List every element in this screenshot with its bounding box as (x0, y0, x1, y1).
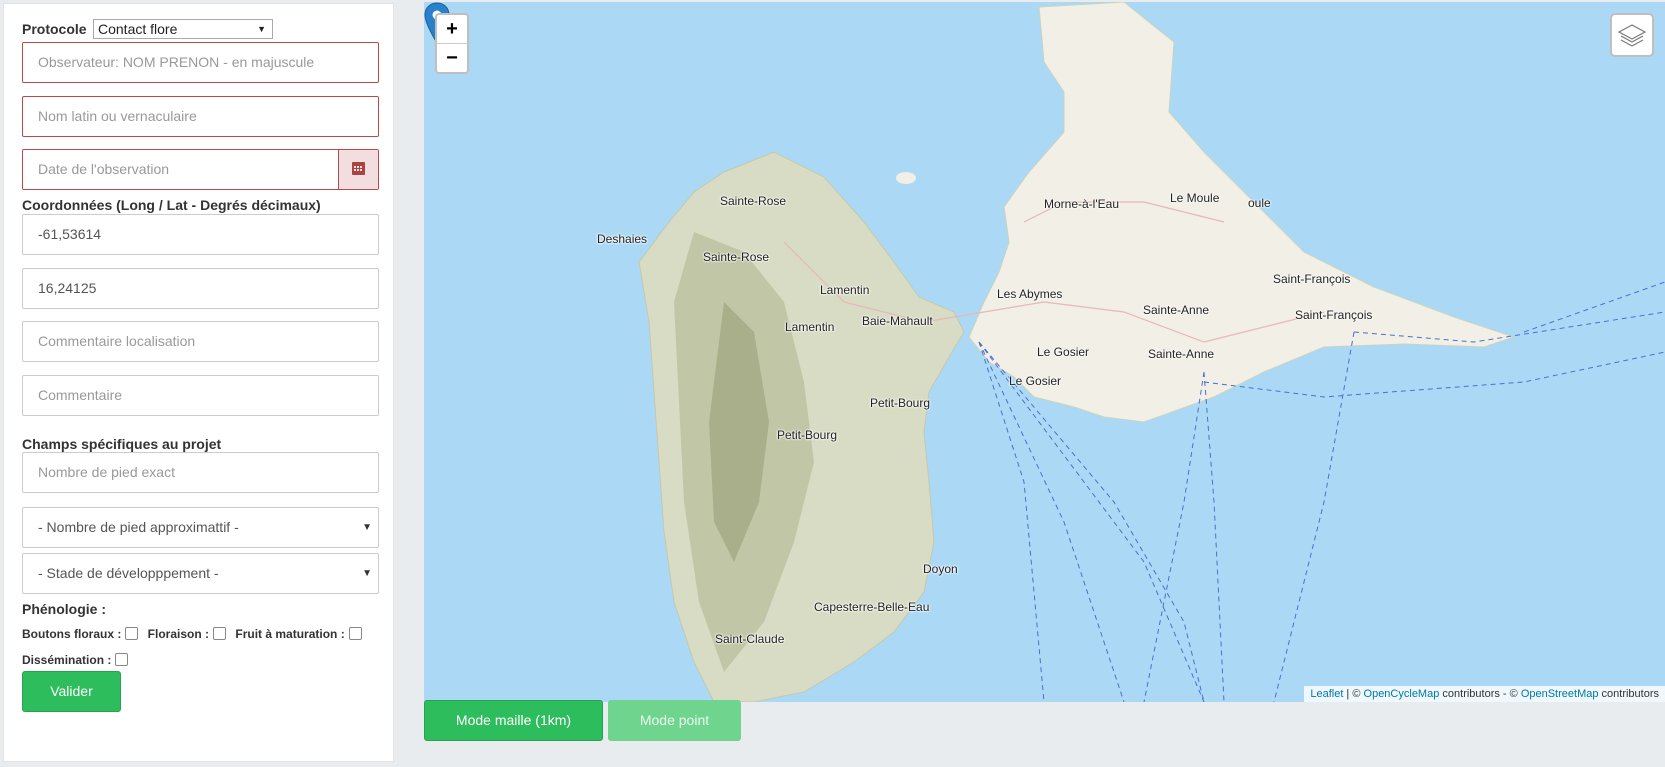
calendar-button[interactable] (338, 150, 378, 189)
mode-grid-button[interactable]: Mode maille (1km) (424, 700, 603, 741)
phenology-label: Phénologie : (22, 601, 106, 617)
fruit-checkbox[interactable] (348, 627, 362, 640)
dissemination-label: Dissémination : (22, 653, 112, 667)
zoom-in-button[interactable]: + (437, 15, 467, 44)
place-label: Sainte-Anne (1143, 303, 1210, 317)
chevron-down-icon: ▼ (257, 24, 266, 34)
flowering-label: Floraison : (147, 627, 210, 641)
latitude-input[interactable]: 16,24125 (22, 268, 379, 309)
leaflet-link[interactable]: Leaflet (1310, 688, 1343, 700)
place-label: Morne-à-l'Eau (1044, 197, 1119, 211)
dissemination-checkbox[interactable] (115, 653, 129, 666)
islet (896, 172, 916, 184)
flowering-checkbox[interactable] (213, 627, 227, 640)
chevron-down-icon: ▼ (362, 568, 372, 579)
phenology-row-1: Boutons floraux : Floraison : Fruit à ma… (22, 627, 368, 641)
phenology-row-2: Dissémination : (22, 653, 129, 667)
attribution-sep: | © (1343, 688, 1364, 700)
place-label: Le Gosier (1009, 374, 1062, 388)
coordinates-label: Coordonnées (Long / Lat - Degrés décimau… (22, 197, 321, 213)
place-label: Saint-Claude (715, 632, 785, 646)
place-label: Lamentin (785, 320, 835, 334)
place-label: Saint-François (1273, 272, 1351, 286)
date-input[interactable]: Date de l'observation (22, 149, 379, 190)
protocol-label: Protocole (22, 21, 87, 37)
map[interactable]: Sainte-Rose Deshaies Sainte-Rose Lamenti… (424, 2, 1665, 702)
place-label: Saint-François (1295, 308, 1373, 322)
place-label: Sainte-Rose (720, 194, 787, 208)
stage-value: - Stade de développpement - (38, 565, 219, 581)
exact-count-input[interactable]: Nombre de pied exact (22, 452, 379, 493)
place-label: Le Moule (1170, 191, 1220, 205)
grande-terre-island (968, 2, 1516, 423)
place-label: Les Abymes (997, 287, 1063, 301)
map-attribution: Leaflet | © OpenCycleMap contributors - … (1304, 686, 1665, 702)
longitude-input[interactable]: -61,53614 (22, 214, 379, 255)
specific-fields-label: Champs spécifiques au projet (22, 436, 222, 452)
place-label: Deshaies (597, 232, 648, 246)
layers-button[interactable] (1610, 13, 1654, 57)
attribution-end: contributors (1598, 688, 1659, 700)
date-placeholder: Date de l'observation (38, 161, 170, 177)
submit-button[interactable]: Valider (22, 671, 121, 712)
protocol-value: Contact flore (98, 21, 178, 37)
observer-input[interactable]: Observateur: NOM PRENON - en majuscule (22, 42, 379, 83)
mode-point-button[interactable]: Mode point (608, 700, 741, 741)
opencyclemap-link[interactable]: OpenCycleMap (1364, 688, 1440, 700)
taxon-input[interactable]: Nom latin ou vernaculaire (22, 96, 379, 137)
chevron-down-icon: ▼ (362, 522, 372, 533)
protocol-select[interactable]: Contact flore ▼ (93, 19, 273, 39)
place-label: Petit-Bourg (870, 396, 931, 410)
layers-icon (1617, 24, 1647, 47)
zoom-control: + − (435, 13, 469, 74)
place-label: Petit-Bourg (777, 428, 838, 442)
fruit-label: Fruit à maturation : (235, 627, 345, 641)
zoom-out-button[interactable]: − (437, 44, 467, 72)
buds-label: Boutons floraux : (22, 627, 122, 641)
attribution-mid: contributors - © (1439, 688, 1521, 700)
place-label: Baie-Mahault (862, 314, 933, 328)
stage-select[interactable]: - Stade de développpement - ▼ (22, 553, 379, 594)
place-label: Doyon (923, 562, 958, 576)
openstreetmap-link[interactable]: OpenStreetMap (1521, 688, 1599, 700)
buds-checkbox[interactable] (125, 627, 139, 640)
location-comment-input[interactable]: Commentaire localisation (22, 321, 379, 362)
place-label: Capesterre-Belle-Eau (814, 600, 930, 614)
approx-count-value: - Nombre de pied approximattif - (38, 519, 239, 535)
approx-count-select[interactable]: - Nombre de pied approximattif - ▼ (22, 507, 379, 548)
place-label: Sainte-Anne (1148, 347, 1215, 361)
calendar-icon (352, 162, 365, 175)
place-label: oule (1248, 196, 1271, 210)
observation-form: Protocole Contact flore ▼ Observateur: N… (3, 3, 394, 762)
comment-input[interactable]: Commentaire (22, 375, 379, 416)
place-label: Sainte-Rose (703, 250, 770, 264)
place-label: Le Gosier (1037, 345, 1090, 359)
place-label: Lamentin (820, 283, 870, 297)
